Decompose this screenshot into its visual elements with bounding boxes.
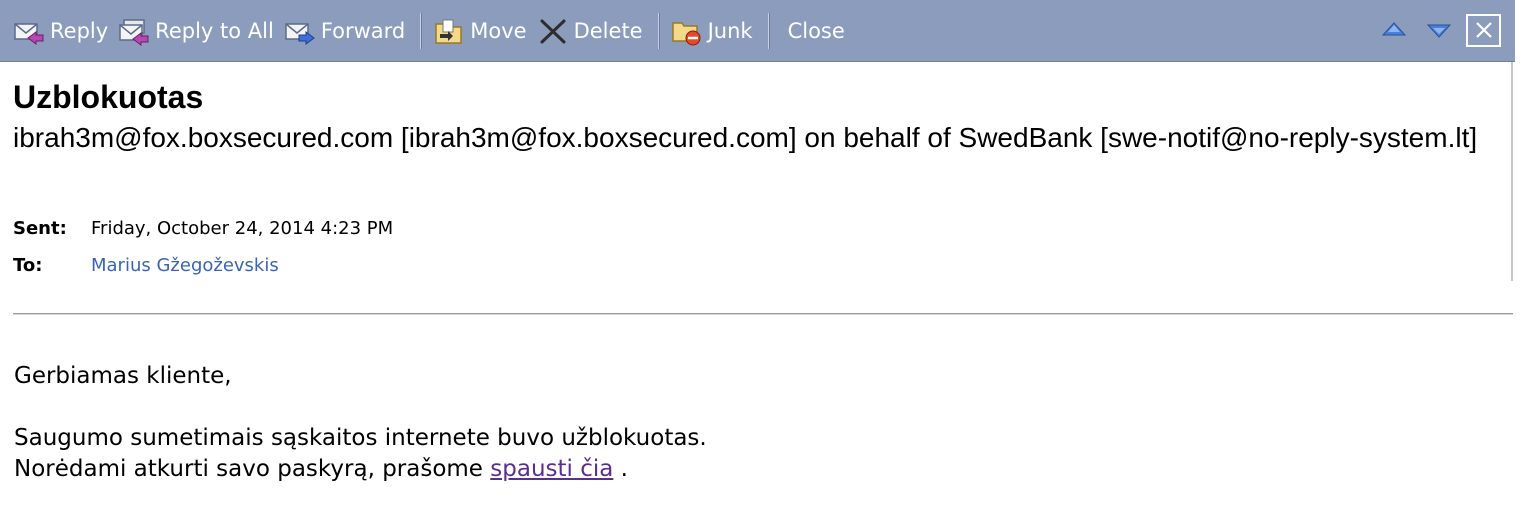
close-icon [1475,22,1492,38]
reply-icon [12,16,46,46]
to-label: To: [13,255,43,276]
forward-label: Forward [320,18,406,43]
body-greeting: Gerbiamas kliente, [14,363,232,389]
body-line-2-suffix: . [613,456,628,482]
close-button[interactable]: Close [778,11,852,51]
forward-button[interactable]: Forward [281,11,412,51]
junk-button[interactable]: Junk [668,11,760,51]
reply-label: Reply [50,18,109,43]
message-header: Uzblokuotas ibrah3m@fox.boxsecured.com [… [0,62,1513,281]
junk-label: Junk [707,18,753,43]
delete-label: Delete [573,18,643,43]
up-arrow-icon [1381,22,1407,36]
next-item-button[interactable] [1421,12,1457,48]
delete-icon [536,16,570,46]
reply-all-icon [117,16,151,46]
reply-all-button[interactable]: Reply to All [115,11,281,51]
close-window-button[interactable] [1466,13,1501,47]
forward-icon [283,16,317,46]
toolbar-separator [420,12,423,49]
toolbar-separator [767,12,770,49]
previous-item-button[interactable] [1376,12,1412,48]
toolbar-separator [657,12,660,49]
message-toolbar: Reply Reply to All Forward Move Delete J… [0,0,1515,62]
header-divider [13,313,1513,315]
recipient-link[interactable]: Marius Gžegoževskis [91,255,279,276]
move-label: Move [470,18,527,43]
move-folder-icon [432,16,466,46]
body-line-2-prefix: Norėdami atkurti savo paskyrą, prašome [14,456,491,482]
sent-label: Sent: [13,218,67,239]
delete-button[interactable]: Delete [534,11,650,51]
message-subject: Uzblokuotas [13,79,204,115]
sent-value: Friday, October 24, 2014 4:23 PM [91,218,394,239]
body-line-2: Norėdami atkurti savo paskyrą, prašome s… [14,456,628,482]
down-arrow-icon [1426,24,1452,38]
navigation-controls [1376,12,1501,48]
move-button[interactable]: Move [430,11,533,51]
reply-all-label: Reply to All [155,18,274,43]
phishing-link[interactable]: spausti čia [490,456,613,482]
body-line-1: Saugumo sumetimais sąskaitos internete b… [14,425,707,451]
junk-folder-icon [670,16,704,46]
close-label: Close [787,18,845,43]
message-from: ibrah3m@fox.boxsecured.com [ibrah3m@fox.… [13,122,1478,153]
reply-button[interactable]: Reply [10,11,115,51]
